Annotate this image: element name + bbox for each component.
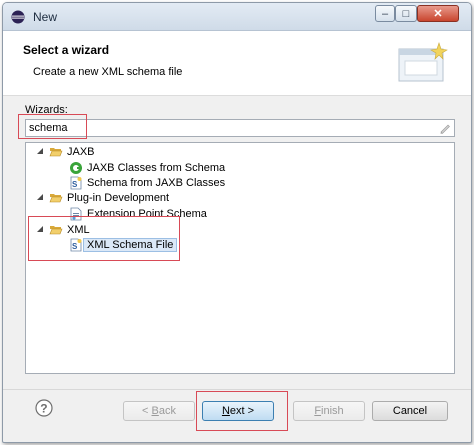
wizards-label: Wizards:: [25, 104, 68, 116]
help-icon[interactable]: ?: [35, 399, 53, 417]
collapse-arrow-icon[interactable]: [36, 148, 44, 156]
page-title: Select a wizard: [23, 43, 110, 57]
tree-item-label: JAXB Classes from Schema: [87, 162, 226, 174]
next-button-label: ext >: [229, 405, 255, 417]
next-button-mnemonic: N: [221, 405, 230, 417]
button-bar-separator: [3, 389, 471, 390]
back-button-prefix: <: [142, 405, 152, 417]
maximize-button[interactable]: □: [395, 5, 417, 22]
finish-button[interactable]: Finish: [293, 401, 365, 421]
window-title: New: [33, 10, 58, 24]
extension-point-icon: [70, 207, 82, 221]
back-button-label: ack: [158, 405, 176, 417]
wizard-tree[interactable]: JAXB JAXB Classes from Schema S Schema f…: [25, 142, 455, 374]
collapse-arrow-icon[interactable]: [36, 226, 44, 234]
tree-item-extension-point-schema[interactable]: Extension Point Schema: [69, 206, 207, 222]
folder-open-icon: [49, 226, 63, 235]
maximize-icon: □: [402, 7, 410, 20]
back-button[interactable]: < Back: [123, 401, 195, 421]
tree-group-jaxb[interactable]: JAXB: [36, 144, 95, 160]
svg-text:?: ?: [40, 402, 47, 416]
tree-item-xml-schema-file[interactable]: S XML Schema File: [69, 237, 178, 253]
tree-item-label: XML Schema File: [83, 238, 178, 252]
cancel-button[interactable]: Cancel: [372, 401, 448, 421]
schema-file-icon: S: [70, 176, 82, 190]
tree-group-label: Plug-in Development: [67, 192, 170, 204]
folder-open-icon: [49, 194, 63, 203]
tree-group-plugin-development[interactable]: Plug-in Development: [36, 190, 169, 206]
finish-button-label: inish: [321, 405, 344, 417]
collapse-arrow-icon[interactable]: [36, 194, 44, 202]
wizards-label-text: izards:: [35, 104, 68, 116]
tree-item-schema-from-jaxb-classes[interactable]: S Schema from JAXB Classes: [69, 175, 225, 191]
jaxb-classes-icon: [70, 162, 82, 174]
tree-group-xml[interactable]: XML: [36, 222, 90, 238]
schema-file-icon: S: [70, 238, 82, 252]
svg-text:S: S: [72, 242, 78, 251]
page-description: Create a new XML schema file: [33, 66, 183, 78]
svg-text:S: S: [72, 180, 78, 189]
minimize-icon: –: [381, 7, 389, 20]
finish-button-mnemonic: F: [314, 405, 322, 417]
tree-item-label: Extension Point Schema: [87, 208, 207, 220]
tree-group-label: JAXB: [67, 146, 95, 158]
next-button[interactable]: Next >: [202, 401, 274, 421]
back-button-mnemonic: B: [151, 405, 159, 417]
title-bar[interactable]: New – □ ✕: [3, 3, 471, 31]
folder-open-icon: [49, 148, 63, 157]
wizard-filter-field[interactable]: [25, 119, 455, 137]
close-button[interactable]: ✕: [417, 5, 459, 22]
close-icon: ✕: [433, 8, 443, 20]
tree-item-jaxb-classes-from-schema[interactable]: JAXB Classes from Schema: [69, 160, 225, 176]
minimize-button[interactable]: –: [375, 5, 395, 22]
wizard-header: Select a wizard Create a new XML schema …: [3, 31, 471, 96]
new-wizard-dialog: New – □ ✕ Select a wizard Create a new X…: [2, 2, 472, 443]
wizard-banner-icon: [398, 42, 448, 82]
clear-filter-icon[interactable]: [439, 122, 451, 134]
tree-item-label: Schema from JAXB Classes: [87, 177, 226, 189]
wizards-label-mnemonic: W: [25, 104, 36, 116]
wizard-filter-input[interactable]: [29, 121, 429, 135]
tree-group-label: XML: [67, 224, 90, 236]
eclipse-icon: [11, 10, 25, 24]
cancel-button-label: Cancel: [392, 405, 428, 417]
